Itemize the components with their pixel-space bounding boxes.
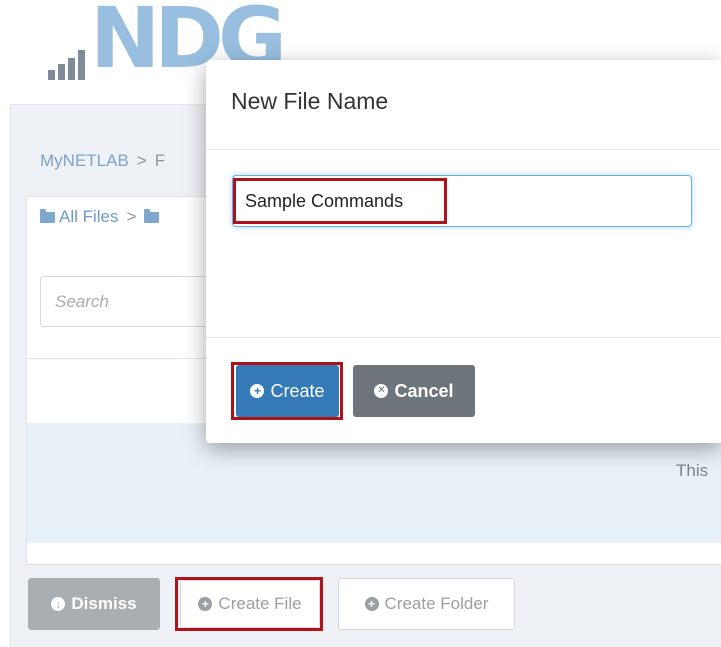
arrow-down-circle-icon: ↓ — [51, 597, 66, 611]
create-label: Create — [270, 380, 325, 401]
logo-bar — [78, 50, 85, 80]
create-folder-button[interactable]: + Create Folder — [338, 578, 515, 630]
new-file-dialog: New File Name + Create ✕ Cancel — [206, 60, 721, 443]
search-input[interactable]: Search — [40, 276, 220, 327]
plus-circle-icon: + — [250, 384, 265, 398]
create-file-highlight — [175, 577, 323, 631]
empty-message: This — [676, 461, 709, 480]
all-files-link[interactable]: All Files — [59, 207, 119, 226]
dialog-title: New File Name — [231, 88, 389, 114]
times-circle-icon: ✕ — [374, 384, 389, 398]
dialog-header-divider — [206, 149, 721, 150]
breadcrumb-next-link[interactable]: F — [155, 151, 165, 170]
file-name-input[interactable] — [232, 175, 692, 227]
breadcrumb: MyNETLAB > F — [40, 151, 165, 171]
cancel-button[interactable]: ✕ Cancel — [353, 365, 475, 417]
folder-icon — [144, 209, 160, 223]
files-path-separator: > — [126, 207, 137, 226]
logo-bar — [48, 70, 55, 80]
plus-circle-icon: + — [364, 597, 379, 611]
dismiss-label: Dismiss — [71, 594, 137, 613]
files-path: All Files > — [40, 207, 163, 227]
search-placeholder: Search — [55, 292, 109, 311]
dialog-footer-divider — [206, 337, 721, 338]
logo-bar — [58, 64, 65, 80]
logo-bar — [68, 58, 75, 80]
cancel-label: Cancel — [394, 380, 454, 401]
folder-icon — [40, 209, 55, 223]
breadcrumb-separator: > — [136, 151, 147, 170]
create-folder-label: Create Folder — [384, 594, 489, 613]
dismiss-button[interactable]: ↓ Dismiss — [28, 578, 160, 630]
create-button[interactable]: + Create — [236, 365, 339, 417]
breadcrumb-root-link[interactable]: MyNETLAB — [40, 151, 129, 170]
